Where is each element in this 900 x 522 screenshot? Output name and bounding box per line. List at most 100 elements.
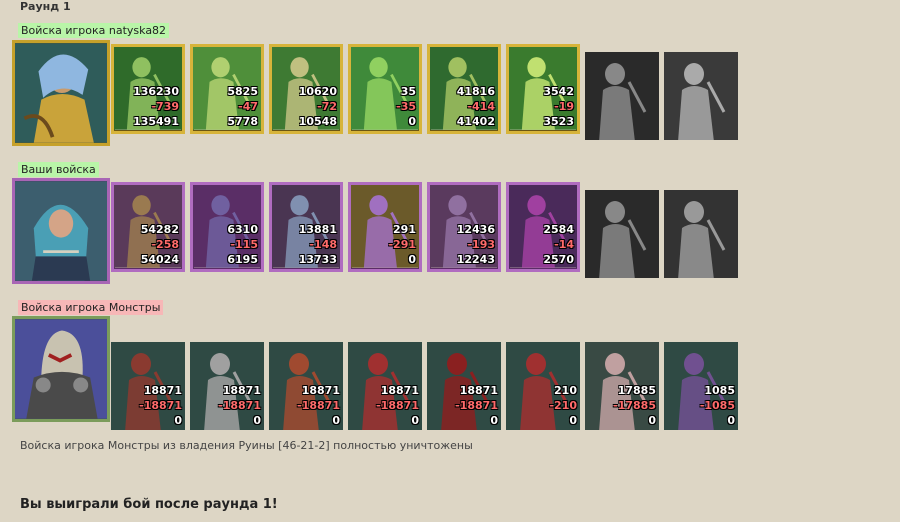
unit-loss-count: -72 [317, 100, 337, 113]
your-army-label: Ваши войска [18, 162, 99, 177]
unit-card[interactable]: 10620 -72 10548 [269, 44, 343, 134]
unit-end-count: 135491 [133, 115, 179, 128]
unit-loss-count: -193 [467, 238, 495, 251]
unit-loss-count: -18871 [139, 399, 182, 412]
unit-portrait-icon [664, 52, 738, 140]
unit-start-count: 3542 [543, 85, 574, 98]
unit-card[interactable] [664, 190, 738, 278]
unit-card[interactable]: 6310 -115 6195 [190, 182, 264, 272]
unit-start-count: 54282 [140, 223, 179, 236]
unit-card[interactable]: 18871 -18871 0 [269, 342, 343, 430]
unit-counts: 10620 -72 10548 [299, 84, 337, 129]
unit-card[interactable]: 13881 -148 13733 [269, 182, 343, 272]
unit-loss-count: -18871 [218, 399, 261, 412]
unit-end-count: 0 [569, 414, 577, 427]
unit-card[interactable] [664, 52, 738, 140]
unit-card[interactable]: 291 -291 0 [348, 182, 422, 272]
unit-counts: 35 -35 0 [396, 84, 416, 129]
unit-start-count: 5825 [227, 85, 258, 98]
unit-counts: 1085 -1085 0 [700, 383, 735, 428]
unit-end-count: 0 [408, 115, 416, 128]
unit-end-count: 10548 [298, 115, 337, 128]
unit-end-count: 0 [411, 414, 419, 427]
unit-loss-count: -115 [230, 238, 258, 251]
unit-end-count: 0 [332, 414, 340, 427]
unit-loss-count: -19 [554, 100, 574, 113]
unit-loss-count: -17885 [613, 399, 656, 412]
unit-end-count: 12243 [456, 253, 495, 266]
unit-loss-count: -148 [309, 238, 337, 251]
unit-end-count: 54024 [140, 253, 179, 266]
unit-end-count: 2570 [543, 253, 574, 266]
unit-counts: 291 -291 0 [388, 222, 416, 267]
unit-counts: 18871 -18871 0 [455, 383, 498, 428]
unit-counts: 5825 -47 5778 [227, 84, 258, 129]
unit-loss-count: -258 [151, 238, 179, 251]
unit-loss-count: -18871 [376, 399, 419, 412]
enemy-hero-portrait[interactable] [12, 40, 110, 146]
monster-hero-portrait[interactable] [12, 316, 110, 422]
unit-end-count: 0 [727, 414, 735, 427]
unit-card[interactable]: 136230 -739 135491 [111, 44, 185, 134]
unit-card[interactable]: 54282 -258 54024 [111, 182, 185, 272]
unit-start-count: 2584 [543, 223, 574, 236]
unit-card[interactable]: 1085 -1085 0 [664, 342, 738, 430]
hero-avatar-icon [15, 43, 107, 143]
unit-start-count: 291 [393, 223, 416, 236]
unit-start-count: 1085 [704, 384, 735, 397]
unit-card[interactable]: 18871 -18871 0 [427, 342, 501, 430]
unit-start-count: 18871 [143, 384, 182, 397]
unit-card[interactable]: 17885 -17885 0 [585, 342, 659, 430]
unit-card[interactable]: 2584 -14 2570 [506, 182, 580, 272]
unit-start-count: 210 [554, 384, 577, 397]
monster-army-row: 18871 -18871 0 18871 -18871 0 18871 -18871 0 1887… [12, 316, 752, 438]
monster-army-label: Войска игрока Монстры [18, 300, 164, 315]
unit-card[interactable] [585, 190, 659, 278]
unit-counts: 6310 -115 6195 [227, 222, 258, 267]
victory-message: Вы выиграли бой после раунда 1! [20, 497, 278, 512]
unit-portrait-icon [664, 190, 738, 278]
unit-start-count: 6310 [227, 223, 258, 236]
unit-counts: 18871 -18871 0 [139, 383, 182, 428]
unit-card[interactable]: 18871 -18871 0 [111, 342, 185, 430]
unit-start-count: 136230 [133, 85, 179, 98]
unit-loss-count: -14 [554, 238, 574, 251]
unit-end-count: 0 [408, 253, 416, 266]
unit-start-count: 35 [400, 85, 416, 98]
unit-end-count: 0 [490, 414, 498, 427]
unit-start-count: 18871 [301, 384, 340, 397]
unit-counts: 12436 -193 12243 [457, 222, 495, 267]
unit-end-count: 0 [253, 414, 261, 427]
unit-card[interactable]: 12436 -193 12243 [427, 182, 501, 272]
unit-counts: 210 -210 0 [549, 383, 577, 428]
unit-end-count: 13733 [298, 253, 337, 266]
unit-card[interactable]: 210 -210 0 [506, 342, 580, 430]
unit-loss-count: -414 [467, 100, 495, 113]
hero-avatar-icon [15, 181, 107, 281]
unit-loss-count: -35 [396, 100, 416, 113]
unit-counts: 13881 -148 13733 [299, 222, 337, 267]
unit-start-count: 18871 [459, 384, 498, 397]
unit-loss-count: -291 [388, 238, 416, 251]
unit-card[interactable] [585, 52, 659, 140]
unit-card[interactable]: 18871 -18871 0 [348, 342, 422, 430]
unit-end-count: 0 [648, 414, 656, 427]
your-hero-portrait[interactable] [12, 178, 110, 284]
unit-start-count: 12436 [456, 223, 495, 236]
unit-portrait-icon [585, 52, 659, 140]
unit-portrait-icon [585, 190, 659, 278]
enemy-army-row: 136230 -739 135491 5825 -47 5778 10620 -72 10548… [12, 40, 752, 162]
unit-card[interactable]: 18871 -18871 0 [190, 342, 264, 430]
unit-counts: 41816 -414 41402 [457, 84, 495, 129]
unit-loss-count: -210 [549, 399, 577, 412]
unit-counts: 18871 -18871 0 [218, 383, 261, 428]
unit-counts: 18871 -18871 0 [297, 383, 340, 428]
battle-result-note: Войска игрока Монстры из владения Руины … [20, 439, 473, 452]
unit-card[interactable]: 35 -35 0 [348, 44, 422, 134]
unit-card[interactable]: 5825 -47 5778 [190, 44, 264, 134]
unit-card[interactable]: 41816 -414 41402 [427, 44, 501, 134]
round-title: Раунд 1 [20, 0, 71, 13]
unit-card[interactable]: 3542 -19 3523 [506, 44, 580, 134]
unit-counts: 2584 -14 2570 [543, 222, 574, 267]
unit-start-count: 13881 [298, 223, 337, 236]
